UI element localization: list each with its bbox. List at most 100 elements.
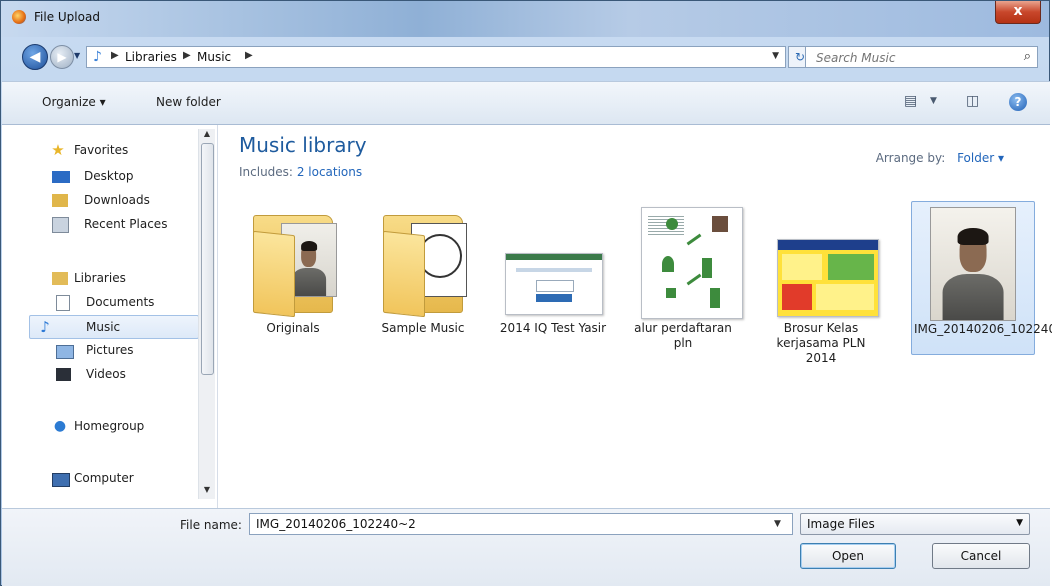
file-name-label: File name: — [180, 518, 242, 532]
music-note-icon: ♪ — [93, 49, 102, 65]
folder-icon — [243, 205, 343, 318]
image-thumbnail — [930, 207, 1016, 321]
nav-homegroup[interactable]: ● Homegroup — [22, 415, 222, 439]
music-note-icon: ♪ — [40, 318, 50, 336]
folder-tile-sample-music[interactable]: Sample Music — [361, 201, 485, 381]
nav-favorites[interactable]: ★ Favorites — [22, 139, 222, 163]
arrange-by: Arrange by: Folder ▾ — [876, 151, 1004, 165]
nav-documents-label: Documents — [86, 295, 155, 309]
includes-locations-link[interactable]: 2 locations — [297, 165, 362, 179]
file-name-dropdown-icon[interactable]: ▼ — [774, 519, 781, 529]
cancel-button[interactable]: Cancel — [932, 543, 1030, 569]
chevron-right-icon[interactable]: ▶ — [111, 50, 119, 61]
chevron-down-icon: ▼ — [1016, 518, 1023, 528]
window-title: File Upload — [34, 10, 100, 24]
file-label: Originals — [266, 321, 320, 335]
scroll-up-icon[interactable]: ▲ — [199, 129, 215, 143]
homegroup-icon: ● — [53, 418, 67, 434]
file-label: IMG_20140206_102240~2 — [914, 322, 1052, 336]
file-type-select[interactable]: Image Files ▼ — [800, 513, 1030, 535]
image-thumbnail — [771, 205, 879, 317]
search-input[interactable] — [814, 48, 1008, 68]
documents-icon — [56, 295, 70, 311]
recent-places-icon — [52, 217, 69, 233]
file-upload-dialog: File Upload x ◀ ▶ ▼ ♪ ▶ Libraries ▶ Musi… — [0, 0, 1052, 586]
file-label: Sample Music — [381, 321, 465, 335]
close-button[interactable]: x — [995, 1, 1041, 24]
change-view-icon[interactable]: ▤ — [904, 93, 917, 109]
recent-pages-dropdown-icon[interactable]: ▼ — [74, 51, 80, 60]
nav-computer[interactable]: Computer — [22, 467, 222, 491]
library-title: Music library — [239, 133, 367, 157]
pictures-icon — [56, 345, 74, 359]
nav-pictures[interactable]: Pictures — [22, 339, 222, 363]
file-tile-alur-perdaftaran[interactable]: alur perdaftaran pln — [621, 201, 745, 381]
nav-computer-label: Computer — [74, 471, 134, 485]
forward-button[interactable]: ▶ — [50, 45, 74, 69]
nav-pictures-label: Pictures — [86, 343, 134, 357]
arrange-by-dropdown[interactable]: Folder ▾ — [957, 151, 1004, 165]
new-folder-button[interactable]: New folder — [156, 95, 221, 109]
nav-recent-places[interactable]: Recent Places — [22, 213, 222, 237]
file-type-value: Image Files — [807, 517, 875, 531]
nav-libraries-label: Libraries — [74, 271, 126, 285]
navigation-pane: ★ Favorites Desktop Downloads Recent Pla… — [2, 125, 218, 508]
nav-videos[interactable]: Videos — [22, 363, 222, 387]
desktop-icon — [52, 171, 70, 183]
breadcrumb-music[interactable]: Music — [197, 50, 231, 64]
folder-tile-originals[interactable]: Originals — [231, 201, 355, 381]
nav-videos-label: Videos — [86, 367, 126, 381]
search-icon[interactable]: ⌕ — [1024, 49, 1031, 64]
star-icon: ★ — [51, 141, 65, 159]
preview-pane-icon[interactable]: ◫ — [966, 93, 979, 109]
library-includes: Includes: 2 locations — [239, 165, 362, 179]
nav-favorites-label: Favorites — [74, 143, 129, 157]
file-tile-img-selected[interactable]: IMG_20140206_102240~2 — [911, 201, 1052, 355]
file-list: Music library Includes: 2 locations Arra… — [219, 125, 1052, 508]
scroll-thumb[interactable] — [201, 143, 214, 375]
address-dropdown-icon[interactable]: ▼ — [772, 51, 779, 61]
content-area: ★ Favorites Desktop Downloads Recent Pla… — [2, 125, 1052, 508]
breadcrumb-libraries[interactable]: Libraries — [125, 50, 177, 64]
view-dropdown-icon[interactable]: ▼ — [930, 96, 937, 106]
file-name-input[interactable] — [249, 513, 793, 535]
back-button[interactable]: ◀ — [22, 44, 48, 70]
image-thumbnail — [503, 205, 603, 317]
title-bar: File Upload x — [1, 1, 1049, 37]
file-label: alur perdaftaran pln — [634, 321, 732, 350]
videos-icon — [56, 368, 71, 381]
chevron-right-icon[interactable]: ▶ — [245, 50, 253, 61]
organize-menu[interactable]: Organize ▾ — [42, 95, 106, 109]
command-bar: Organize ▾ New folder ▤ ▼ ◫ ? — [2, 81, 1050, 125]
libraries-icon — [52, 272, 68, 285]
firefox-icon — [12, 10, 26, 24]
nav-libraries[interactable]: Libraries — [22, 267, 222, 291]
scroll-down-icon[interactable]: ▼ — [199, 485, 215, 499]
nav-downloads-label: Downloads — [84, 193, 150, 207]
nav-desktop-label: Desktop — [84, 169, 134, 183]
open-button[interactable]: Open — [800, 543, 896, 569]
computer-icon — [52, 473, 70, 487]
nav-downloads[interactable]: Downloads — [22, 189, 222, 213]
search-box[interactable]: ⌕ — [805, 46, 1038, 68]
image-thumbnail — [633, 205, 743, 319]
file-label: 2014 IQ Test Yasir — [499, 321, 607, 335]
file-tile-brosur[interactable]: Brosur Kelas kerjasama PLN 2014 — [759, 201, 883, 381]
nav-recent-places-label: Recent Places — [84, 217, 168, 231]
nav-music-label: Music — [86, 320, 121, 334]
file-name-panel: File name: ▼ Image Files ▼ Open Cancel — [2, 508, 1050, 586]
navigation-bar: ◀ ▶ ▼ ♪ ▶ Libraries ▶ Music ▶ ▼ ↻ ⌕ — [1, 39, 1049, 81]
nav-homegroup-label: Homegroup — [74, 419, 145, 433]
file-label: Brosur Kelas kerjasama PLN 2014 — [776, 321, 866, 365]
help-icon[interactable]: ? — [1009, 93, 1027, 111]
nav-documents[interactable]: Documents — [22, 291, 222, 315]
nav-music[interactable]: ♪ Music — [29, 315, 199, 339]
file-tile-iq-test[interactable]: 2014 IQ Test Yasir — [491, 201, 615, 381]
nav-scrollbar[interactable]: ▲ ▼ — [198, 129, 215, 499]
downloads-folder-icon — [52, 194, 68, 207]
chevron-right-icon[interactable]: ▶ — [183, 50, 191, 61]
includes-label: Includes: — [239, 165, 293, 179]
nav-desktop[interactable]: Desktop — [22, 165, 222, 189]
address-bar[interactable]: ♪ ▶ Libraries ▶ Music ▶ ▼ — [86, 46, 786, 68]
arrange-by-label: Arrange by: — [875, 151, 946, 165]
